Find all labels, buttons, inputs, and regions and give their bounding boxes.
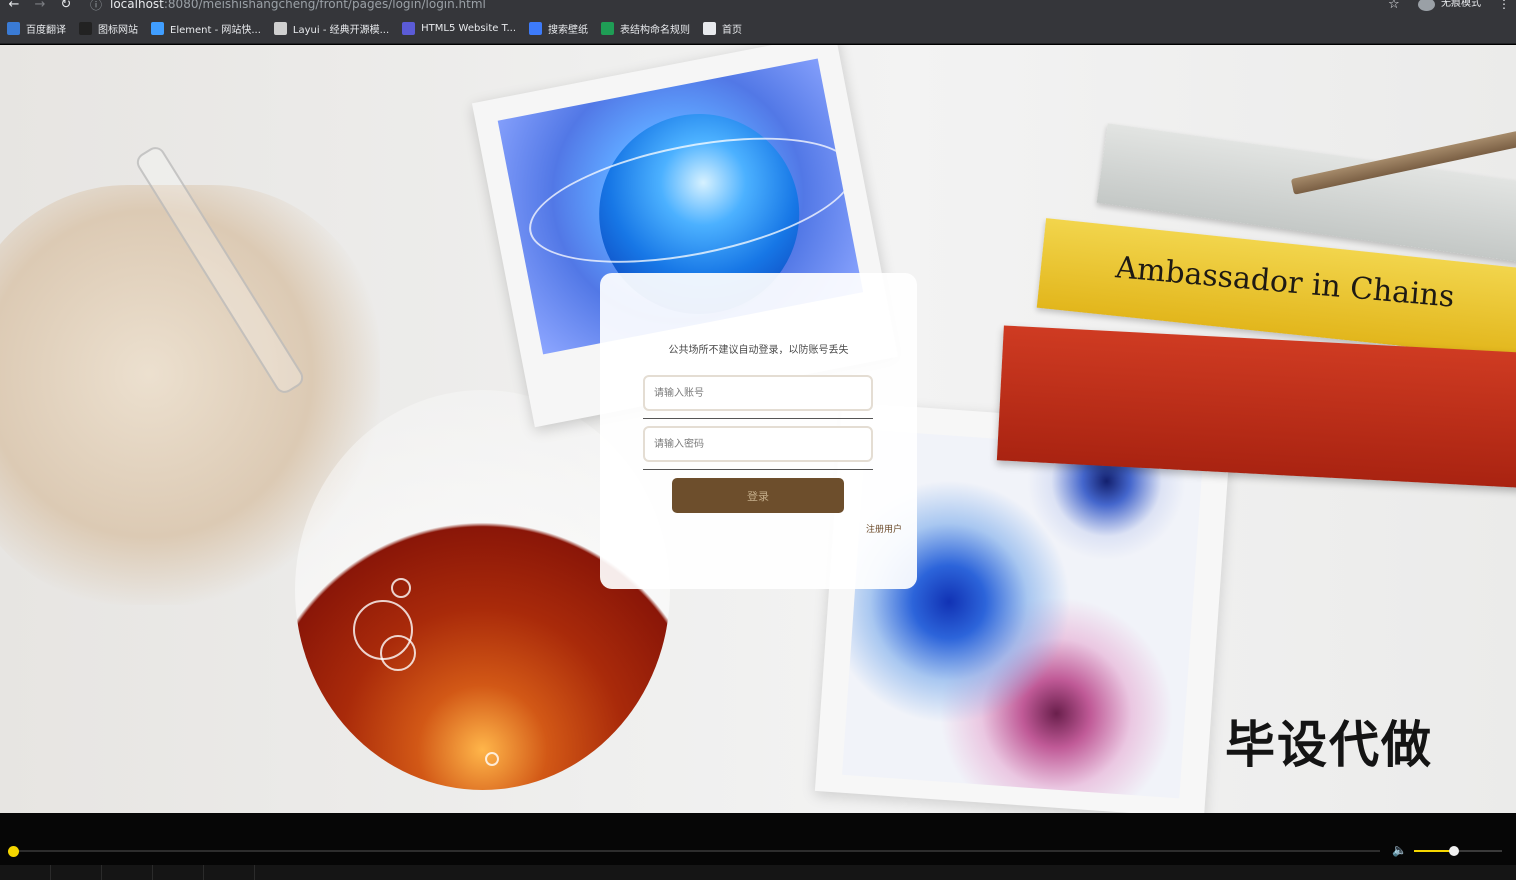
url-host: localhost	[110, 0, 164, 11]
bookmark-label: HTML5 Website T...	[421, 23, 517, 34]
control-segment[interactable]	[153, 865, 204, 880]
bookmark-label: 百度翻译	[26, 25, 66, 36]
bookmark-item[interactable]: Layui - 经典开源模...	[273, 14, 390, 44]
table-icon	[601, 22, 615, 35]
nav-buttons: ← → ↻	[6, 0, 74, 12]
translate-icon	[7, 22, 20, 35]
html5-icon	[402, 22, 416, 35]
bookmark-item[interactable]: 图标网站	[79, 14, 138, 44]
volume-handle[interactable]	[1448, 846, 1459, 856]
password-underline	[643, 469, 873, 470]
incognito-icon	[1418, 0, 1435, 11]
control-segment[interactable]	[0, 865, 51, 880]
bubble-decoration	[485, 752, 499, 766]
progress-handle[interactable]	[8, 846, 19, 857]
bookmark-label: 首页	[722, 25, 743, 36]
bookmark-item[interactable]: Element - 网站快...	[151, 14, 261, 44]
bookmarks-bar: 百度翻译 图标网站 Element - 网站快... Layui - 经典开源模...…	[0, 14, 1516, 44]
control-segment[interactable]	[51, 865, 102, 880]
bookmark-item[interactable]: 搜索壁纸	[529, 14, 588, 44]
bookmark-item[interactable]: HTML5 Website T...	[402, 14, 516, 44]
bookmark-star-icon[interactable]: ☆	[1388, 0, 1400, 12]
bookmark-label: Element - 网站快...	[170, 25, 261, 36]
account-underline	[643, 418, 873, 419]
browser-toolbar: ← → ↻ ⓘ localhost:8080/meishishangcheng/…	[0, 0, 1516, 14]
progress-track[interactable]	[15, 850, 1380, 852]
register-link[interactable]: 注册用户	[866, 522, 902, 535]
site-info-icon[interactable]: ⓘ	[90, 0, 102, 12]
bookmark-label: 表结构命名规则	[620, 25, 691, 36]
bookmark-label: Layui - 经典开源模...	[292, 25, 390, 36]
forward-arrow-icon[interactable]: →	[32, 0, 48, 12]
login-card: 公共场所不建议自动登录，以防账号丢失 登录 注册用户	[600, 273, 917, 589]
bookmark-item[interactable]: 表结构命名规则	[601, 14, 690, 44]
password-input[interactable]	[643, 426, 873, 462]
reload-icon[interactable]: ↻	[58, 0, 74, 12]
volume-icon[interactable]: 🔈	[1392, 843, 1407, 857]
incognito-label: 无痕模式	[1441, 0, 1481, 9]
flag-icon	[79, 22, 92, 35]
red-book	[996, 325, 1516, 490]
control-segment[interactable]	[102, 865, 153, 880]
back-arrow-icon[interactable]: ←	[6, 0, 22, 12]
control-segment[interactable]	[204, 865, 255, 880]
volume-slider[interactable]	[1414, 846, 1502, 856]
wallpaper-icon	[529, 22, 543, 35]
bubble-decoration	[380, 635, 416, 671]
bookmark-label: 图标网站	[98, 25, 138, 36]
element-icon	[151, 22, 164, 35]
player-controls-strip	[0, 865, 1516, 880]
video-player-bar: 🔈	[0, 813, 1516, 880]
url-path: :8080/meishishangcheng/front/pages/login…	[163, 0, 486, 11]
bookmark-label: 搜索壁纸	[548, 25, 589, 36]
bookmark-item[interactable]: 首页	[703, 14, 742, 44]
watermark-text: 毕设代做	[1225, 716, 1433, 774]
login-button[interactable]: 登录	[672, 478, 844, 513]
globe-icon	[703, 22, 717, 35]
bookmark-item[interactable]: 百度翻译	[7, 14, 66, 44]
login-page: Ambassador in Chains 毕设代做 公共场所不建议自动登录，以防…	[0, 45, 1516, 813]
browser-menu-icon[interactable]: ⋮	[1498, 0, 1510, 11]
login-notice: 公共场所不建议自动登录，以防账号丢失	[668, 345, 849, 356]
account-input[interactable]	[643, 375, 873, 411]
volume-fill	[1414, 850, 1454, 852]
bubble-decoration	[391, 578, 411, 598]
layui-icon	[273, 22, 287, 35]
address-bar[interactable]: localhost:8080/meishishangcheng/front/pa…	[110, 0, 486, 11]
incognito-indicator[interactable]: 无痕模式	[1418, 0, 1481, 11]
